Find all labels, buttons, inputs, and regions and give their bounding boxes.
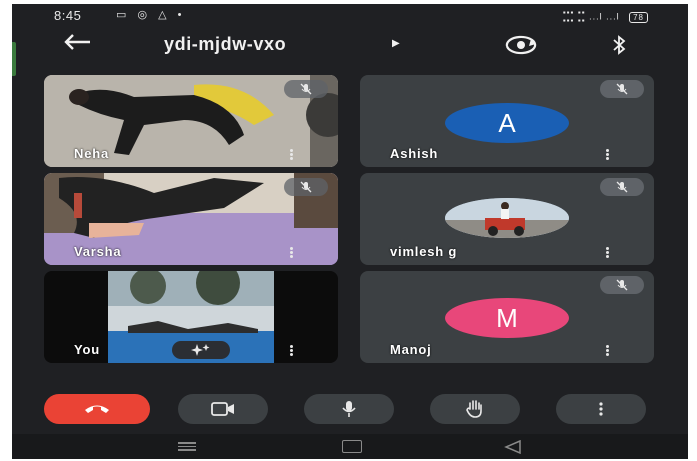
- meeting-code[interactable]: ydi-mjdw-vxo: [164, 34, 286, 55]
- mic-off-icon: [616, 181, 628, 193]
- mic-off-icon: [616, 83, 628, 95]
- volte-icon: ▪▪ ▪▪: [577, 8, 586, 25]
- status-notification-icons: ▭ ◎ △ •: [116, 8, 186, 21]
- participant-name: You: [74, 342, 100, 357]
- mic-off-badge: [284, 178, 328, 196]
- status-time: 8:45: [54, 8, 82, 23]
- system-navigation-bar: [12, 434, 688, 459]
- hang-up-icon: [85, 405, 109, 413]
- caret-right-icon[interactable]: ▶: [392, 38, 400, 49]
- participant-tile-ashish[interactable]: A Ashish: [360, 75, 654, 167]
- mic-off-badge: [284, 80, 328, 98]
- participant-tile-manoj[interactable]: M Manoj: [360, 271, 654, 363]
- status-bar: 8:45 ▭ ◎ △ • ▪▪▪ ▪▪▪ ▪▪ ▪▪ ...l ...l 78: [12, 4, 688, 28]
- participant-tile-vimlesh[interactable]: vimlesh g: [360, 173, 654, 265]
- home-icon[interactable]: [342, 440, 362, 453]
- hand-icon: [466, 400, 482, 418]
- participant-name: Varsha: [74, 244, 122, 259]
- bluetooth-icon[interactable]: [612, 35, 626, 60]
- mic-off-badge: [600, 276, 644, 294]
- microphone-button[interactable]: [304, 394, 394, 424]
- participant-tile-varsha[interactable]: Varsha: [44, 173, 338, 265]
- mic-off-badge: [600, 178, 644, 196]
- raise-hand-button[interactable]: [430, 394, 520, 424]
- network-speed-icon: ▪▪▪ ▪▪▪: [562, 8, 575, 25]
- back-icon[interactable]: [62, 32, 92, 57]
- participant-name: Ashish: [390, 146, 439, 161]
- drive-icon: △: [158, 9, 171, 21]
- battery-icon: 78: [629, 11, 648, 23]
- meeting-header: ydi-mjdw-vxo ▶: [12, 28, 688, 62]
- more-vertical-icon[interactable]: [606, 149, 610, 161]
- more-vertical-icon[interactable]: [606, 247, 610, 259]
- notification-icon: ▭: [116, 9, 131, 21]
- mic-off-icon: [300, 181, 312, 193]
- camera-button[interactable]: [178, 394, 268, 424]
- participant-name: vimlesh g: [390, 244, 458, 259]
- dot-icon: •: [177, 9, 186, 21]
- participant-name: Neha: [74, 146, 109, 161]
- video-camera-icon: [211, 402, 234, 416]
- back-triangle-icon[interactable]: [504, 439, 522, 459]
- avatar-photo-vimlesh: [445, 198, 569, 238]
- mic-off-icon: [300, 83, 312, 95]
- avatar-ashish: A: [445, 103, 569, 143]
- sparkle-icon[interactable]: [172, 341, 230, 359]
- participant-name: Manoj: [390, 342, 432, 357]
- menu-icon[interactable]: [178, 442, 196, 453]
- whatsapp-icon: ◎: [137, 9, 152, 21]
- mic-off-icon: [616, 279, 628, 291]
- phone-screen: 8:45 ▭ ◎ △ • ▪▪▪ ▪▪▪ ▪▪ ▪▪ ...l ...l 78 yd…: [12, 4, 688, 459]
- end-call-button[interactable]: [44, 394, 150, 424]
- status-right: ▪▪▪ ▪▪▪ ▪▪ ▪▪ ...l ...l 78: [563, 9, 648, 25]
- more-vertical-icon[interactable]: [290, 247, 294, 259]
- more-vertical-icon[interactable]: [606, 345, 610, 357]
- participant-tile-you[interactable]: You: [44, 271, 338, 363]
- avatar-manoj: M: [445, 298, 569, 338]
- signal-icon: ...l ...l: [589, 11, 620, 22]
- more-vertical-icon[interactable]: [290, 149, 294, 161]
- more-vertical-icon: [599, 402, 603, 416]
- more-options-button[interactable]: [556, 394, 646, 424]
- microphone-icon: [342, 401, 356, 417]
- switch-camera-icon[interactable]: [502, 34, 540, 61]
- more-vertical-icon[interactable]: [290, 345, 294, 357]
- mic-off-badge: [600, 80, 644, 98]
- participant-tile-neha[interactable]: Neha: [44, 75, 338, 167]
